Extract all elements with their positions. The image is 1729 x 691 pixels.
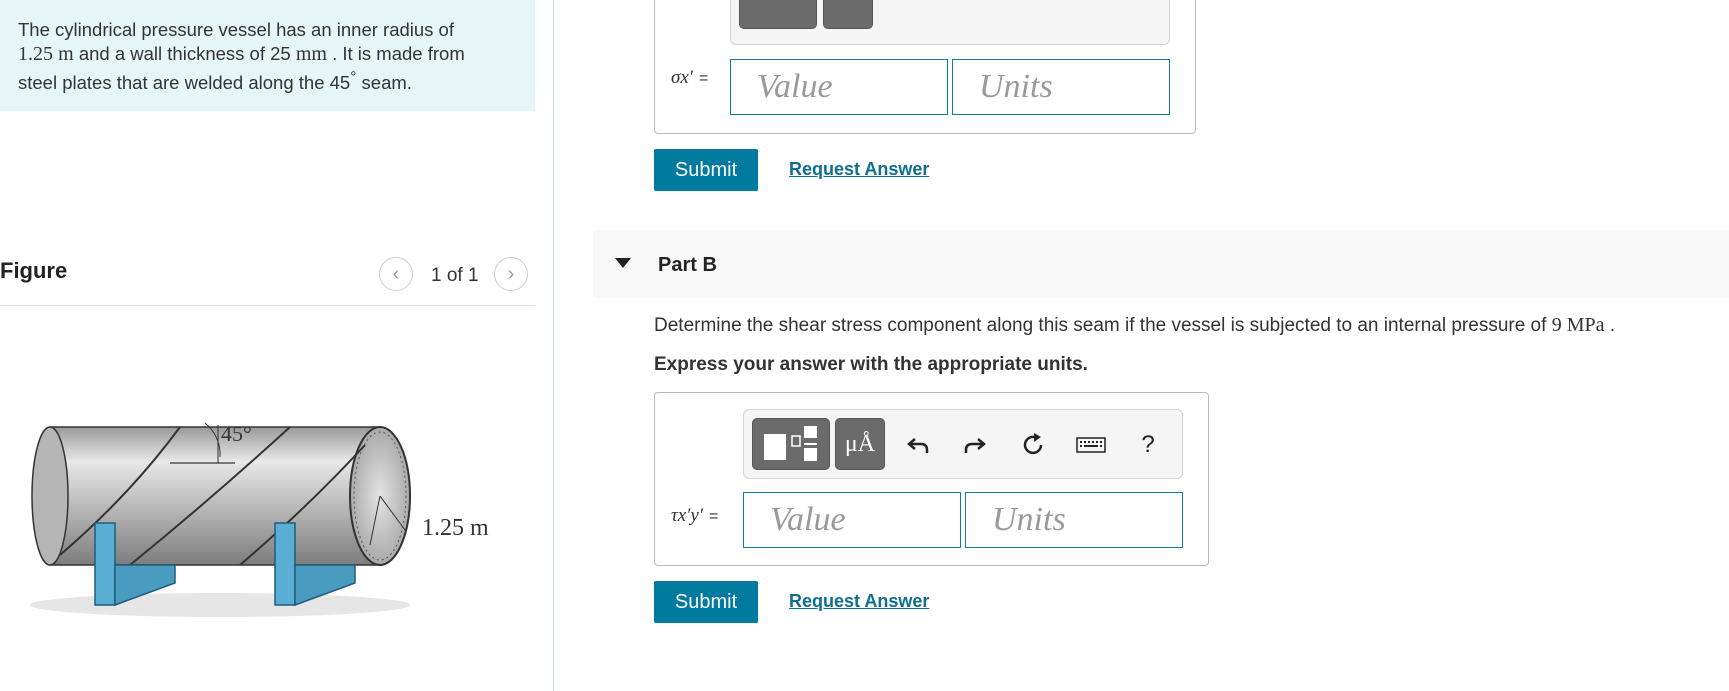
part-a-submit-button[interactable]: Submit bbox=[654, 149, 758, 191]
figure-next-button[interactable]: › bbox=[494, 257, 528, 291]
units-button[interactable] bbox=[823, 0, 873, 29]
problem-line1: The cylindrical pressure vessel has an i… bbox=[18, 19, 454, 40]
keyboard-icon[interactable] bbox=[1073, 427, 1109, 463]
problem-line3-start: steel plates that are welded along the 4… bbox=[18, 72, 351, 94]
part-b-header[interactable] bbox=[593, 230, 1729, 298]
part-a-variable: σx′ = bbox=[671, 67, 708, 89]
chevron-left-icon: ‹ bbox=[392, 262, 400, 285]
radius-unit: m bbox=[58, 43, 74, 65]
radius-value: 1.25 bbox=[18, 43, 53, 65]
part-b-value-input[interactable]: Value bbox=[743, 492, 961, 548]
figure-counter: 1 of 1 bbox=[431, 265, 479, 286]
question-text: Determine the shear stress component alo… bbox=[654, 315, 1552, 336]
caret-down-icon[interactable] bbox=[615, 258, 631, 268]
part-b-answer-card: μÅ ? τx′y′ = Value Units bbox=[654, 392, 1209, 566]
part-b-units-input[interactable]: Units bbox=[965, 492, 1183, 548]
part-b-submit-button[interactable]: Submit bbox=[654, 581, 758, 623]
help-icon[interactable]: ? bbox=[1130, 427, 1166, 463]
problem-statement: The cylindrical pressure vessel has an i… bbox=[0, 0, 535, 111]
templates-button[interactable] bbox=[752, 418, 830, 470]
sigma-x-label: σx′ bbox=[671, 67, 693, 88]
part-a-value-input[interactable]: Value bbox=[730, 59, 948, 115]
redo-icon[interactable] bbox=[957, 427, 993, 463]
problem-line2-mid: and a wall thickness of 25 bbox=[73, 43, 296, 64]
radius-label: 1.25 m bbox=[422, 515, 489, 541]
pressure-value: 9 MPa bbox=[1551, 314, 1605, 336]
equals-sign: = bbox=[698, 70, 709, 87]
angle-label: 45° bbox=[221, 421, 252, 446]
part-b-variable: τx′y′ = bbox=[671, 505, 718, 527]
part-a-units-input[interactable]: Units bbox=[952, 59, 1170, 115]
part-a-math-toolbar bbox=[730, 0, 1170, 45]
pressure-vessel-figure: 45° 1.25 m bbox=[30, 421, 489, 617]
templates-button[interactable] bbox=[739, 0, 817, 29]
chevron-right-icon: › bbox=[507, 262, 515, 285]
figure-title: Figure bbox=[0, 258, 68, 283]
templates-icon bbox=[764, 426, 817, 461]
figure-prev-button[interactable]: ‹ bbox=[379, 257, 413, 291]
problem-line2-end: . It is made from bbox=[326, 43, 465, 64]
tau-xy-label: τx′y′ bbox=[671, 505, 703, 526]
part-a-request-answer-link[interactable]: Request Answer bbox=[789, 159, 929, 180]
figure-header: Figure ‹ 1 of 1 › bbox=[0, 252, 535, 306]
part-b-request-answer-link[interactable]: Request Answer bbox=[789, 591, 929, 612]
question-end: . bbox=[1604, 315, 1616, 336]
thickness-unit: mm bbox=[295, 43, 327, 65]
part-b-question: Determine the shear stress component alo… bbox=[654, 314, 1615, 337]
left-panel: The cylindrical pressure vessel has an i… bbox=[0, 0, 555, 691]
part-a-answer-card: σx′ = Value Units bbox=[654, 0, 1196, 134]
undo-icon[interactable] bbox=[900, 427, 936, 463]
problem-line3-end: seam. bbox=[356, 72, 412, 94]
part-b-math-toolbar: μÅ ? bbox=[743, 409, 1183, 479]
part-b-instruction: Express your answer with the appropriate… bbox=[654, 354, 1088, 375]
panel-divider bbox=[553, 0, 554, 691]
equals-sign: = bbox=[708, 508, 719, 525]
part-b-title: Part B bbox=[658, 254, 717, 276]
units-button[interactable]: μÅ bbox=[835, 418, 885, 470]
reset-icon[interactable] bbox=[1015, 427, 1051, 463]
